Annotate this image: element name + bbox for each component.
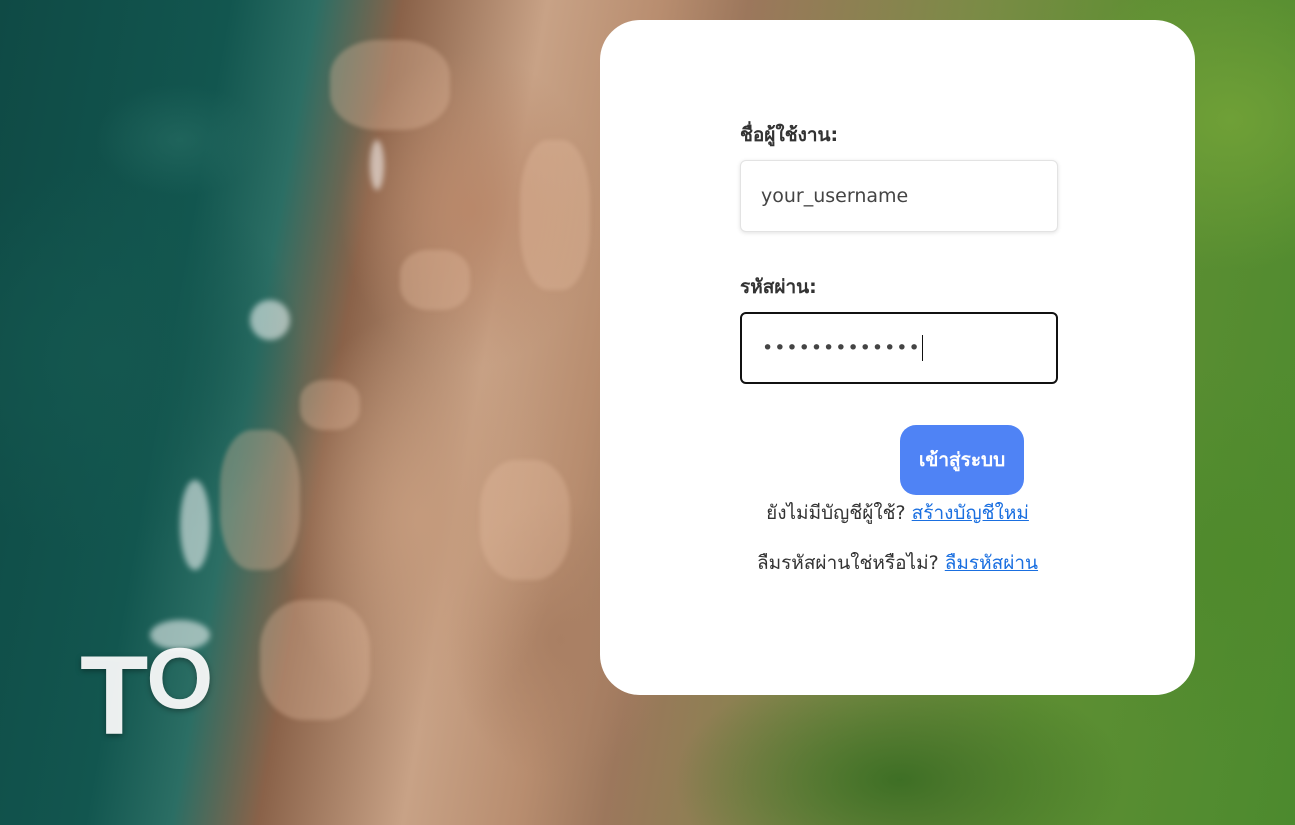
password-input[interactable]: ••••••••••••• [740,312,1058,384]
watermark-letter-t: T [80,633,148,758]
create-account-link[interactable]: สร้างบัญชีใหม่ [912,502,1029,524]
login-card: ชื่อผู้ใช้งาน: your_username รหัสผ่าน: •… [600,20,1195,695]
watermark-letter-o: O [146,631,213,727]
forgot-password-link[interactable]: ลืมรหัสผ่าน [945,552,1038,574]
background-watermark-text: TO [80,636,213,752]
create-account-row: ยังไม่มีบัญชีผู้ใช้? สร้างบัญชีใหม่ [600,498,1195,528]
username-input[interactable]: your_username [740,160,1058,232]
forgot-password-row: ลืมรหัสผ่านใช่หรือไม่? ลืมรหัสผ่าน [600,548,1195,578]
password-label: รหัสผ่าน: [740,276,817,298]
text-caret [921,335,923,361]
login-button[interactable]: เข้าสู่ระบบ [900,425,1024,495]
password-field-group: รหัสผ่าน: ••••••••••••• [740,272,1058,384]
username-field-group: ชื่อผู้ใช้งาน: your_username [740,120,1058,232]
no-account-text: ยังไม่มีบัญชีผู้ใช้? [766,502,912,524]
username-value: your_username [761,185,909,207]
username-label: ชื่อผู้ใช้งาน: [740,124,839,146]
login-form: ชื่อผู้ใช้งาน: your_username รหัสผ่าน: •… [740,120,1058,384]
password-value: ••••••••••••• [762,337,921,359]
forgot-password-text: ลืมรหัสผ่านใช่หรือไม่? [756,552,945,574]
